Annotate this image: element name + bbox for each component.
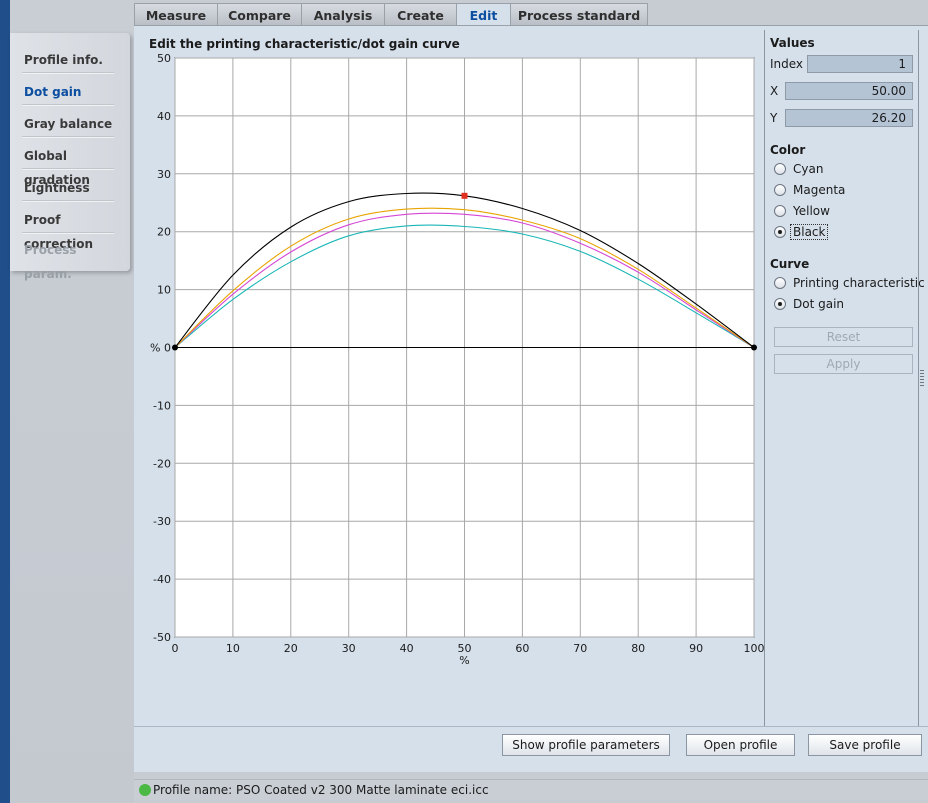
selected-point-marker[interactable]	[461, 192, 468, 199]
y-tick-label: -50	[153, 631, 171, 644]
tab-analysis[interactable]: Analysis	[301, 3, 385, 26]
nav-separator	[22, 232, 114, 233]
color-option-label: Cyan	[793, 162, 824, 176]
y-tick-label: 20	[157, 226, 171, 239]
nav-item-lightness[interactable]: Lightness	[24, 176, 124, 200]
nav-item-proof-correction[interactable]: Proof correction	[24, 208, 124, 251]
nav-separator	[22, 136, 114, 137]
radio-icon[interactable]	[774, 184, 786, 196]
curve-option-dot-gain[interactable]: Dot gain	[774, 295, 844, 313]
y-value-field[interactable]: 26.20	[785, 109, 913, 127]
y-tick-label: 10	[157, 284, 171, 297]
x-tick-label: 100	[744, 642, 765, 655]
radio-checked-icon[interactable]	[774, 226, 786, 238]
color-option-label: Magenta	[793, 183, 846, 197]
show-profile-parameters-button[interactable]: Show profile parameters	[502, 734, 670, 756]
resize-grip[interactable]	[920, 370, 924, 388]
curve-option-label: Dot gain	[793, 297, 845, 311]
curve-control-point[interactable]	[172, 344, 178, 351]
status-bar: Profile name: PSO Coated v2 300 Matte la…	[134, 779, 928, 800]
nav-item-dot-gain[interactable]: Dot gain	[20, 80, 124, 104]
color-option-black[interactable]: Black	[774, 223, 829, 241]
tab-create[interactable]: Create	[384, 3, 457, 26]
left-area: Profile info. Dot gain Gray balance Glob…	[10, 0, 134, 803]
nav-separator	[22, 168, 114, 169]
color-option-magenta[interactable]: Magenta	[774, 181, 845, 199]
reset-button[interactable]: Reset	[774, 327, 913, 347]
profile-name-text: Profile name: PSO Coated v2 300 Matte la…	[153, 783, 489, 797]
x-tick-label: 10	[226, 642, 240, 655]
radio-icon[interactable]	[774, 277, 786, 289]
radio-icon[interactable]	[774, 205, 786, 217]
x-tick-label: 80	[631, 642, 645, 655]
y-tick-label: 30	[157, 168, 171, 181]
nav-item-profile-info[interactable]: Profile info.	[24, 48, 124, 72]
radio-icon[interactable]	[774, 163, 786, 175]
nav-item-global-gradation[interactable]: Global gradation	[24, 144, 124, 187]
values-title: Values	[770, 36, 815, 50]
x-tick-label: 40	[400, 642, 414, 655]
tab-edit[interactable]: Edit	[456, 3, 511, 27]
radio-checked-icon[interactable]	[774, 298, 786, 310]
x-tick-label: 0	[172, 642, 179, 655]
nav-item-process-param: Process param.	[24, 243, 77, 281]
nav-separator	[22, 104, 114, 105]
x-tick-label: 70	[573, 642, 587, 655]
side-navigation: Profile info. Dot gain Gray balance Glob…	[10, 33, 130, 281]
color-option-label: Black	[790, 224, 829, 240]
x-tick-label: 20	[284, 642, 298, 655]
panel-divider-right	[918, 30, 919, 726]
x-value-field[interactable]: 50.00	[785, 82, 913, 100]
curve-option-printing-characteristic[interactable]: Printing characteristic	[774, 274, 925, 292]
x-tick-label: 90	[689, 642, 703, 655]
tab-compare[interactable]: Compare	[217, 3, 302, 26]
tab-measure[interactable]: Measure	[134, 3, 218, 26]
y-tick-label: % 0	[150, 342, 171, 355]
panel-divider	[764, 30, 765, 726]
open-profile-button[interactable]: Open profile	[686, 734, 795, 756]
y-tick-label: 40	[157, 110, 171, 123]
color-title: Color	[770, 143, 806, 157]
curve-control-point[interactable]	[751, 344, 757, 351]
color-option-cyan[interactable]: Cyan	[774, 160, 823, 178]
status-indicator-icon	[139, 784, 151, 796]
x-axis-label: %	[459, 654, 469, 667]
tab-process-standard[interactable]: Process standard	[510, 3, 648, 26]
window-edge-strip	[0, 0, 10, 803]
dot-gain-chart[interactable]: 0 10 20 30 40 50 60 70 80 90 1005040302010% 0-10-2…	[134, 45, 764, 670]
x-tick-label: 60	[515, 642, 529, 655]
y-label: Y	[770, 111, 778, 125]
y-tick-label: -40	[153, 573, 171, 586]
main-tabs: Measure Compare Analysis Create Edit Pro…	[134, 3, 648, 27]
nav-separator	[22, 200, 114, 201]
x-tick-label: 30	[342, 642, 356, 655]
curve-option-label: Printing characteristic	[793, 276, 925, 290]
y-tick-label: -10	[153, 399, 171, 412]
color-option-label: Yellow	[793, 204, 830, 218]
apply-button[interactable]: Apply	[774, 354, 913, 374]
y-tick-label: -30	[153, 515, 171, 528]
y-tick-label: 50	[157, 52, 171, 65]
x-label: X	[770, 84, 779, 98]
index-label: Index	[770, 57, 804, 71]
curve-title: Curve	[770, 257, 810, 271]
nav-item-gray-balance[interactable]: Gray balance	[24, 112, 124, 136]
color-option-yellow[interactable]: Yellow	[774, 202, 830, 220]
index-field[interactable]: 1	[807, 55, 913, 73]
y-tick-label: -20	[153, 457, 171, 470]
save-profile-button[interactable]: Save profile	[808, 734, 922, 756]
nav-separator	[22, 72, 114, 73]
